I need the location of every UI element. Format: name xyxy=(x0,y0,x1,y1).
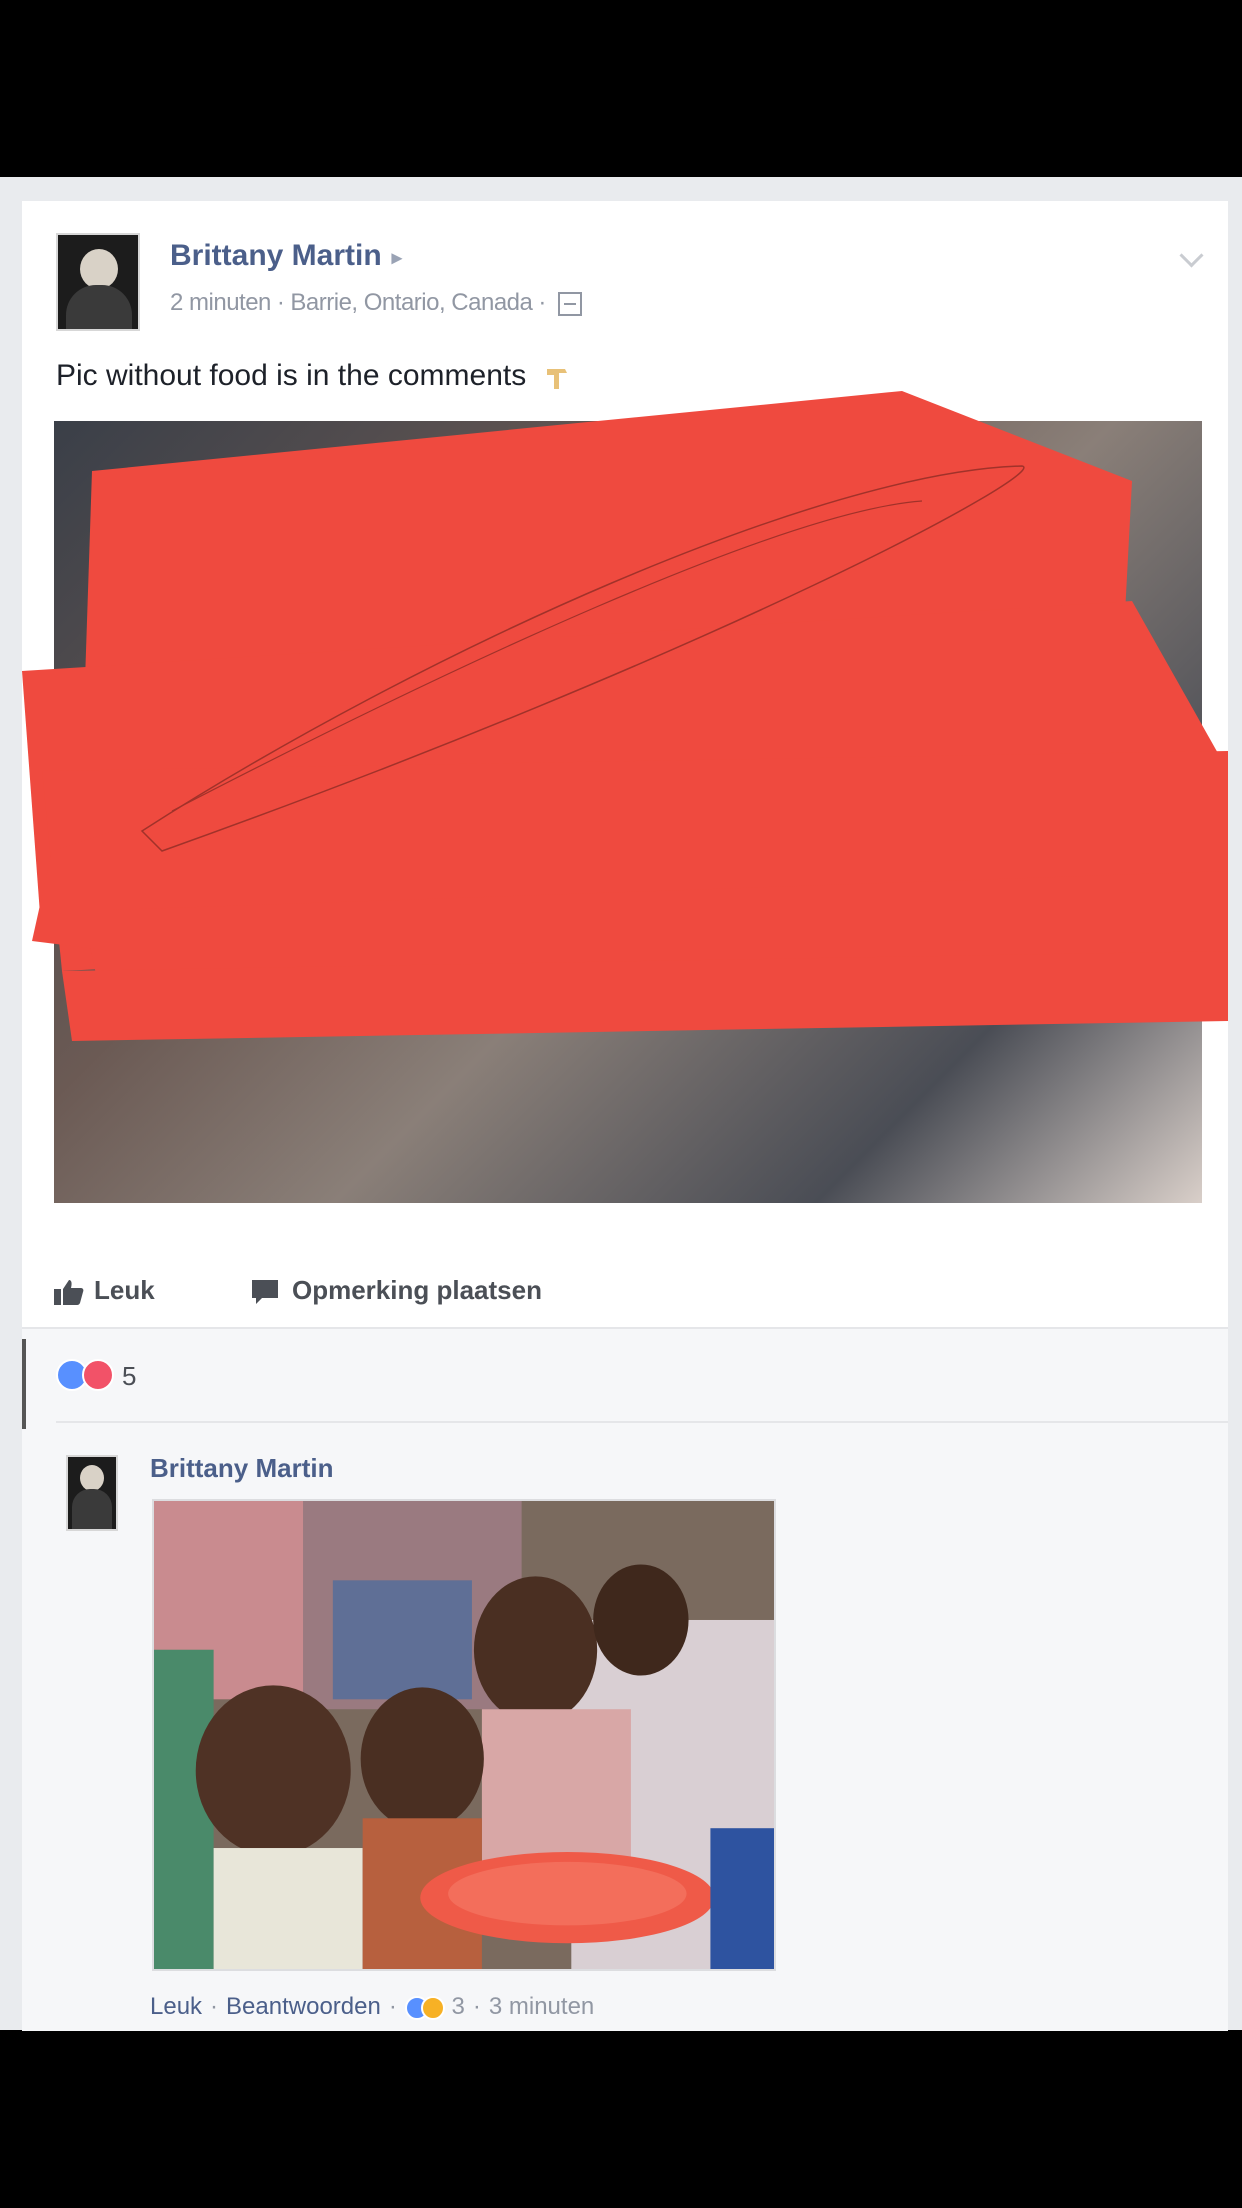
comment-label: Opmerking plaatsen xyxy=(292,1275,542,1305)
caret-right-icon: ▸ xyxy=(391,246,402,269)
like-label: Leuk xyxy=(94,1275,155,1305)
divider xyxy=(56,1421,1228,1423)
haha-reaction-icon xyxy=(420,1995,445,2020)
author-name[interactable]: Brittany Martin ▸ xyxy=(170,239,402,273)
post-location[interactable]: Barrie, Ontario, Canada xyxy=(290,289,532,316)
chevron-down-icon[interactable] xyxy=(1179,243,1204,268)
comment-button[interactable]: Opmerking plaatsen xyxy=(250,1275,542,1306)
post-meta: 2 minuten · Barrie, Ontario, Canada · xyxy=(170,289,582,317)
focus-bar xyxy=(22,1339,26,1429)
comment-like-link[interactable]: Leuk xyxy=(150,1993,202,2020)
comment-reply-link[interactable]: Beantwoorden xyxy=(226,1993,381,2020)
post-text: Pic without food is in the comments xyxy=(56,359,577,393)
love-reaction-icon xyxy=(82,1359,114,1391)
facebook-screenshot: Brittany Martin ▸ 2 minuten · Barrie, Ontar… xyxy=(0,177,1242,2031)
point-down-emoji-icon xyxy=(546,369,567,390)
thumbs-up-icon xyxy=(54,1280,84,1306)
author-avatar[interactable] xyxy=(56,233,140,331)
post-card: Brittany Martin ▸ 2 minuten · Barrie, Ontar… xyxy=(22,201,1228,2031)
comment-bubble-icon xyxy=(252,1280,278,1305)
post-photo[interactable] xyxy=(54,421,1202,1203)
audience-icon[interactable] xyxy=(557,291,582,316)
comment-footer: Leuk · Beantwoorden · 3 · 3 minuten xyxy=(150,1993,595,2020)
comment-photo[interactable] xyxy=(152,1499,776,1971)
comment-time[interactable]: 3 minuten xyxy=(489,1993,594,2020)
comments-section: 5 Brittany Martin Leuk · Beantwoorden · … xyxy=(22,1329,1228,2031)
comment-reaction-count[interactable]: 3 xyxy=(452,1993,465,2020)
reactions-count[interactable]: 5 xyxy=(122,1361,136,1392)
like-button[interactable]: Leuk xyxy=(54,1275,155,1306)
post-time[interactable]: 2 minuten xyxy=(170,289,271,316)
commenter-name[interactable]: Brittany Martin xyxy=(150,1453,333,1484)
commenter-avatar[interactable] xyxy=(66,1455,118,1531)
author-name-text[interactable]: Brittany Martin xyxy=(170,239,382,272)
post-text-content: Pic without food is in the comments xyxy=(56,359,527,392)
